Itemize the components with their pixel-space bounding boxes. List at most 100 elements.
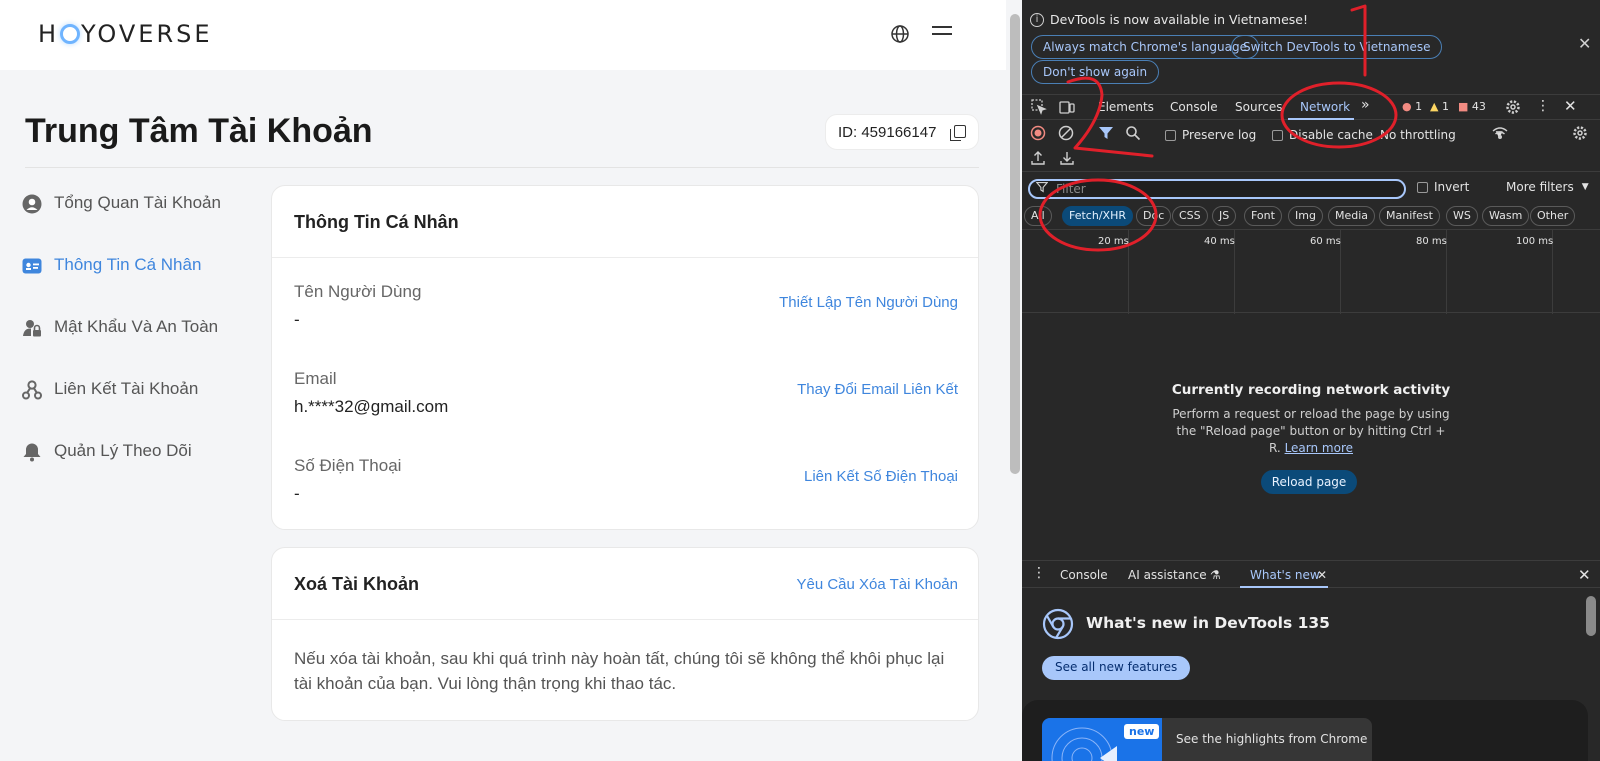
sidebar-item-label: Liên Kết Tài Khoản <box>54 379 199 398</box>
always-match-language-button[interactable]: Always match Chrome's language <box>1031 35 1259 59</box>
copy-icon[interactable] <box>950 125 966 141</box>
devtools-tabs: Elements Console Sources Network » ● 1 ▲… <box>1022 94 1600 120</box>
type-filter-all[interactable]: All <box>1024 206 1052 226</box>
change-email-link[interactable]: Thay Đổi Email Liên Kết <box>797 381 958 398</box>
switch-to-vietnamese-button[interactable]: Switch DevTools to Vietnamese <box>1231 35 1443 59</box>
email-value: h.****32@gmail.com <box>294 397 449 416</box>
invert-checkbox[interactable]: Invert <box>1417 180 1469 194</box>
disable-cache-checkbox[interactable]: Disable cache <box>1272 128 1373 142</box>
sidebar-item-password-security[interactable]: Mật Khẩu Và An Toàn <box>22 317 262 379</box>
hoyoverse-logo[interactable]: H YOVERSE <box>38 20 213 48</box>
network-settings-gear-icon[interactable] <box>1572 125 1588 141</box>
page-title: Trung Tâm Tài Khoản <box>25 112 373 150</box>
close-devtools-icon[interactable]: ✕ <box>1564 97 1577 115</box>
device-toolbar-icon[interactable] <box>1059 99 1075 115</box>
type-filter-js[interactable]: JS <box>1212 206 1237 226</box>
dont-show-again-button[interactable]: Don't show again <box>1031 60 1160 84</box>
sidebar-item-label: Quản Lý Theo Dõi <box>54 441 192 460</box>
chrome-logo-icon <box>1042 608 1074 640</box>
tab-sources[interactable]: Sources <box>1235 100 1282 114</box>
top-bar: H YOVERSE <box>0 0 1006 70</box>
timeline-tick-label: 40 ms <box>1204 236 1235 247</box>
issues-icon: ■ <box>1458 100 1469 113</box>
filter-funnel-icon[interactable] <box>1098 125 1114 141</box>
issues-count-value: 43 <box>1471 100 1486 113</box>
type-filter-font[interactable]: Font <box>1244 206 1282 226</box>
card-title: Thông Tin Cá Nhân <box>272 186 978 258</box>
type-filter-fetch-xhr[interactable]: Fetch/XHR <box>1062 206 1133 226</box>
filter-input[interactable]: Filter <box>1028 179 1406 199</box>
error-count[interactable]: ● 1 <box>1402 100 1422 113</box>
sidebar-item-personal-info[interactable]: Thông Tin Cá Nhân <box>22 255 262 317</box>
globe-icon[interactable] <box>890 24 910 44</box>
timeline-tick-label: 100 ms <box>1516 236 1554 247</box>
issues-count[interactable]: ■ 43 <box>1458 100 1486 113</box>
drawer-tab-console[interactable]: Console <box>1060 568 1108 582</box>
link-phone-link[interactable]: Liên Kết Số Điện Thoại <box>804 468 958 485</box>
phone-row: Số Điện Thoại - Liên Kết Số Điện Thoại <box>294 456 958 516</box>
learn-more-link[interactable]: Learn more <box>1285 441 1353 455</box>
menu-icon[interactable] <box>932 26 952 42</box>
type-filter-img[interactable]: Img <box>1288 206 1323 226</box>
filter-input-funnel-icon <box>1036 181 1048 193</box>
network-overview-timeline[interactable]: 20 ms 40 ms 60 ms 80 ms 100 ms <box>1022 229 1600 314</box>
type-filter-doc[interactable]: Doc <box>1136 206 1172 226</box>
type-filter-media[interactable]: Media <box>1328 206 1376 226</box>
sidebar-item-linked-accounts[interactable]: Liên Kết Tài Khoản <box>22 379 262 441</box>
more-options-icon[interactable]: ⋮ <box>1536 98 1550 114</box>
checkbox-box <box>1417 181 1428 193</box>
checkbox-box <box>1272 129 1283 141</box>
empty-state-title: Currently recording network activity <box>1171 382 1451 398</box>
sidebar-item-overview[interactable]: Tổng Quan Tài Khoản <box>22 193 262 255</box>
more-tabs-chevron-icon[interactable]: » <box>1361 97 1370 113</box>
search-icon[interactable] <box>1125 125 1141 141</box>
throttling-select[interactable]: No throttling ▼ <box>1380 128 1503 142</box>
new-badge: new <box>1124 724 1160 739</box>
drawer-scrollbar-thumb[interactable] <box>1586 596 1596 636</box>
more-filters-label: More filters <box>1506 180 1574 194</box>
network-conditions-icon[interactable] <box>1492 125 1508 141</box>
type-filter-wasm[interactable]: Wasm <box>1482 206 1530 226</box>
export-har-icon[interactable] <box>1059 150 1075 166</box>
highlight-item[interactable]: new See the highlights from Chrome 135 <box>1042 718 1372 761</box>
type-filter-css[interactable]: CSS <box>1172 206 1208 226</box>
sidebar: Tổng Quan Tài Khoản Thông Tin Cá Nhân Mậ… <box>22 193 262 503</box>
drawer-tab-whats-new[interactable]: What's new <box>1250 568 1320 582</box>
warning-count[interactable]: ▲ 1 <box>1430 100 1449 113</box>
close-tab-icon[interactable]: ✕ <box>1317 568 1327 582</box>
tab-elements[interactable]: Elements <box>1098 100 1154 114</box>
see-all-features-button[interactable]: See all new features <box>1042 656 1191 680</box>
logo-text-start: H <box>38 20 60 48</box>
record-stop-icon[interactable] <box>1030 125 1046 141</box>
inspect-element-icon[interactable] <box>1031 99 1047 115</box>
tab-console[interactable]: Console <box>1170 100 1218 114</box>
import-har-icon[interactable] <box>1030 150 1046 166</box>
close-drawer-icon[interactable]: ✕ <box>1578 566 1591 584</box>
account-id-box: ID: 459166147 <box>825 114 979 150</box>
drawer-tab-ai-assistance[interactable]: AI assistance <box>1128 568 1207 582</box>
clear-icon[interactable] <box>1058 125 1074 141</box>
request-delete-link[interactable]: Yêu Cầu Xóa Tài Khoản <box>796 576 958 593</box>
info-icon: i <box>1030 12 1044 27</box>
reload-page-button[interactable]: Reload page <box>1261 470 1357 494</box>
more-filters-dropdown[interactable]: More filters ▼ <box>1506 180 1589 194</box>
set-username-link[interactable]: Thiết Lập Tên Người Dùng <box>779 294 958 311</box>
type-filter-manifest[interactable]: Manifest <box>1379 206 1440 226</box>
sidebar-item-follow-management[interactable]: Quản Lý Theo Dõi <box>22 441 262 503</box>
preserve-log-checkbox[interactable]: Preserve log <box>1165 128 1256 142</box>
timeline-tick-label: 20 ms <box>1098 236 1129 247</box>
throttling-value: No throttling <box>1380 128 1456 142</box>
close-infobar-icon[interactable]: ✕ <box>1578 34 1591 53</box>
user-link-icon <box>22 380 42 400</box>
username-row: Tên Người Dùng - Thiết Lập Tên Người Dùn… <box>294 282 958 342</box>
account-center-page: H YOVERSE Trung Tâm Tài Khoản ID: 4591661… <box>0 0 1006 761</box>
page-scrollbar-thumb[interactable] <box>1010 14 1020 474</box>
settings-gear-icon[interactable] <box>1505 99 1521 115</box>
error-count-value: 1 <box>1415 100 1423 113</box>
type-filter-ws[interactable]: WS <box>1446 206 1478 226</box>
type-filter-other[interactable]: Other <box>1530 206 1576 226</box>
drawer-menu-icon[interactable]: ⋮ <box>1032 565 1046 581</box>
disable-cache-label: Disable cache <box>1289 128 1373 142</box>
tab-network[interactable]: Network <box>1300 100 1350 114</box>
network-toolbar: Preserve log Disable cache No throttling… <box>1022 122 1600 172</box>
